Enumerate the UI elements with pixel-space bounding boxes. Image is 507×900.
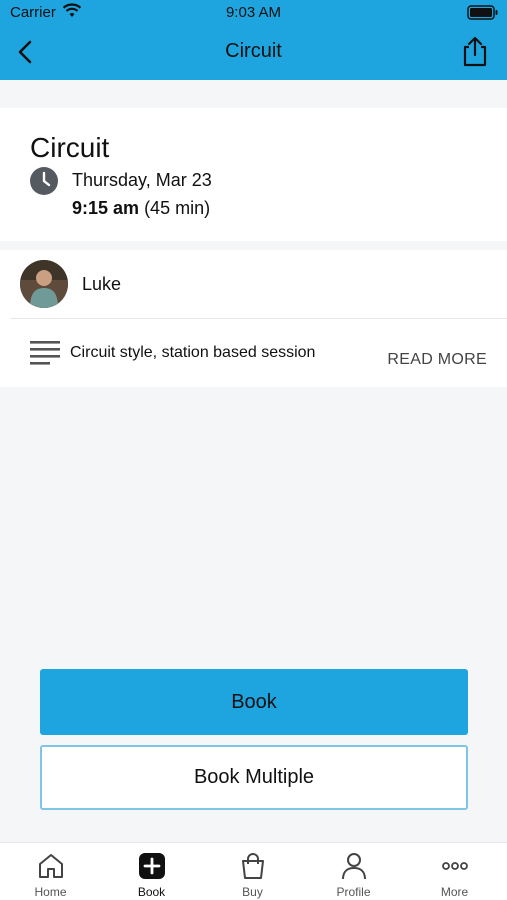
battery-icon — [467, 5, 498, 20]
tab-profile[interactable]: Profile — [303, 843, 404, 900]
divider — [10, 318, 507, 319]
class-time: 9:15 am (45 min) — [72, 198, 210, 219]
tab-more[interactable]: More — [404, 843, 505, 900]
instructor-card: Luke Circuit style, station based sessio… — [0, 250, 507, 387]
tab-buy-label: Buy — [242, 885, 263, 899]
status-bar: Carrier 9:03 AM — [0, 0, 507, 26]
page-title: Circuit — [225, 40, 282, 62]
class-description: Circuit style, station based session — [70, 344, 316, 361]
tab-home-label: Home — [34, 885, 67, 899]
clock-icon — [30, 167, 58, 195]
instructor-name[interactable]: Luke — [82, 274, 121, 295]
class-date: Thursday, Mar 23 — [72, 170, 212, 190]
book-multiple-button[interactable]: Book Multiple — [40, 745, 468, 810]
book-button[interactable]: Book — [40, 669, 468, 735]
home-icon — [39, 854, 63, 878]
tab-book-label: Book — [137, 885, 166, 899]
plus-square-icon — [139, 853, 165, 879]
description-lines-icon — [30, 341, 60, 365]
share-icon[interactable] — [459, 35, 491, 67]
read-more-link[interactable]: READ MORE — [387, 351, 487, 369]
class-start-time: 9:15 am — [72, 198, 140, 218]
avatar[interactable] — [20, 260, 68, 308]
shopping-bag-icon — [242, 853, 264, 879]
class-duration: (45 min) — [144, 198, 211, 218]
status-time: 9:03 AM — [225, 4, 282, 21]
tab-profile-label: Profile — [336, 885, 371, 899]
person-icon — [342, 853, 366, 880]
tab-more-label: More — [440, 885, 469, 899]
tab-buy[interactable]: Buy — [202, 843, 303, 900]
tab-bar: Home Book Buy Profile More — [0, 842, 507, 900]
class-info-card: Circuit Thursday, Mar 23 9:15 am (45 min… — [0, 108, 507, 241]
header-bar: Carrier 9:03 AM Circuit — [0, 0, 507, 80]
tab-home[interactable]: Home — [0, 843, 101, 900]
ellipsis-icon — [442, 862, 468, 870]
tab-book[interactable]: Book — [101, 843, 202, 900]
class-title: Circuit — [30, 132, 110, 163]
